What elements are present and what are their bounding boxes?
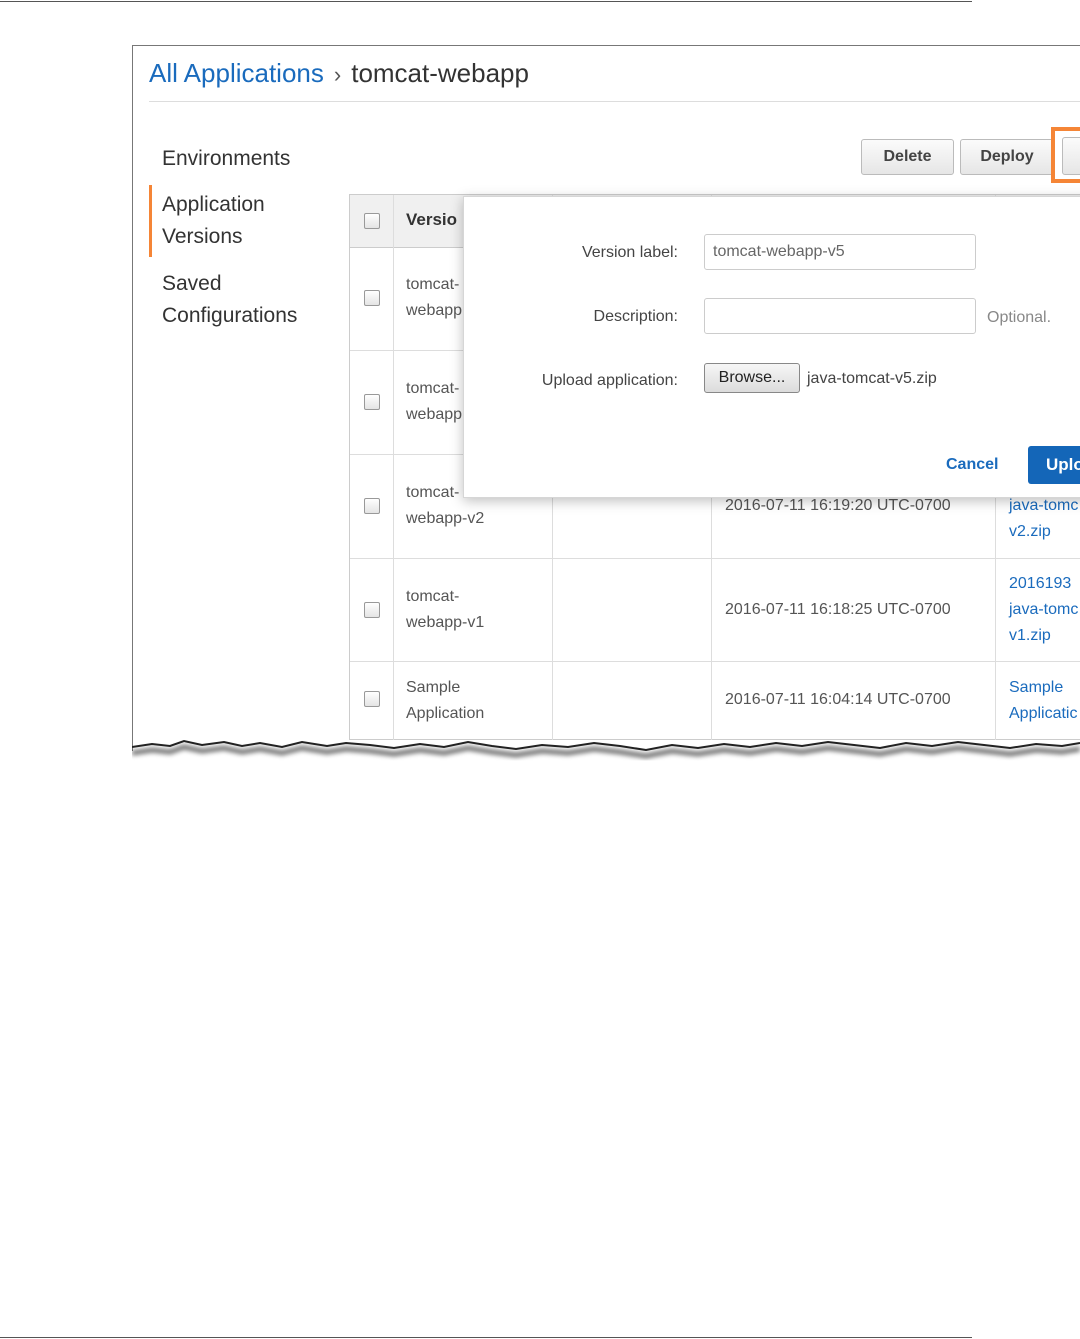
- application-name: tomcat-webapp: [351, 58, 529, 88]
- table-row-source-link[interactable]: Sample Applicatic: [1009, 675, 1077, 727]
- description-input[interactable]: [704, 298, 976, 334]
- breadcrumb: All Applications › tomcat-webapp: [149, 58, 529, 89]
- table-row-date: 2016-07-11 16:04:14 UTC-0700: [725, 691, 951, 708]
- nav-label-line: Application: [162, 193, 265, 216]
- top-rule: [0, 1, 972, 2]
- screenshot-frame: All Applications › tomcat-webapp Environme…: [132, 45, 1080, 751]
- column-header-version[interactable]: Versio: [406, 210, 457, 230]
- nav-saved-configurations[interactable]: Saved Configurations: [162, 268, 297, 332]
- version-label-input[interactable]: [704, 234, 976, 270]
- row-checkbox[interactable]: [364, 498, 380, 514]
- cell-text: webapp-v2: [406, 510, 485, 527]
- row-checkbox[interactable]: [364, 691, 380, 707]
- breadcrumb-divider: [149, 101, 1080, 102]
- table-row-source-link[interactable]: java-tomc v2.zip: [1009, 493, 1078, 545]
- nav-environments[interactable]: Environments: [162, 143, 290, 175]
- upload-application-caption: Upload application:: [541, 372, 678, 389]
- nav-active-indicator: [149, 185, 152, 257]
- description-caption: Description:: [593, 308, 678, 325]
- nav-label-line: Saved: [162, 272, 222, 295]
- row-divider: [350, 661, 1080, 662]
- upload-button[interactable]: Uplo: [1028, 446, 1080, 484]
- upload-version-dialog: Version label: Description: Optional. Up…: [463, 196, 1080, 498]
- cell-text: webapp-v1: [406, 614, 485, 631]
- nav-label-line: Configurations: [162, 304, 298, 327]
- column-divider: [393, 195, 394, 740]
- cell-text: webapp: [406, 406, 463, 423]
- cell-text: v1.zip: [1009, 627, 1051, 644]
- table-row-source-link[interactable]: 2016193 java-tomc v1.zip: [1009, 571, 1078, 649]
- row-divider: [350, 558, 1080, 559]
- cell-text: Sample: [406, 679, 461, 696]
- cell-text: v2.zip: [1009, 523, 1051, 540]
- nav-label-line: Versions: [162, 225, 243, 248]
- table-row-version: tomcat- webapp: [406, 376, 462, 428]
- table-row-version: Sample Application: [406, 675, 484, 727]
- cell-text: tomcat-: [406, 380, 460, 397]
- row-checkbox[interactable]: [364, 602, 380, 618]
- cell-text: Sample: [1009, 679, 1064, 696]
- all-applications-link[interactable]: All Applications: [149, 58, 324, 88]
- select-all-checkbox[interactable]: [364, 213, 380, 229]
- upload-deploy-highlight: [1051, 127, 1080, 183]
- cancel-button[interactable]: Cancel: [946, 456, 998, 474]
- table-row-version: tomcat- webapp: [406, 272, 462, 324]
- version-label-caption: Version label:: [581, 244, 678, 261]
- bottom-rule: [0, 1337, 972, 1338]
- row-checkbox[interactable]: [364, 290, 380, 306]
- cell-text: java-tomc: [1009, 601, 1079, 618]
- cell-text: Application: [406, 705, 485, 722]
- optional-hint: Optional.: [987, 309, 1052, 326]
- nav-application-versions[interactable]: Application Versions: [162, 189, 265, 253]
- upload-and-deploy-button[interactable]: [1062, 137, 1080, 175]
- delete-button[interactable]: Delete: [861, 139, 954, 175]
- table-row-date: 2016-07-11 16:18:25 UTC-0700: [725, 601, 951, 618]
- row-checkbox[interactable]: [364, 394, 380, 410]
- cell-text: webapp: [406, 302, 463, 319]
- browse-button[interactable]: Browse...: [704, 363, 800, 393]
- cell-text: Applicatic: [1009, 705, 1078, 722]
- torn-edge: [132, 739, 1080, 759]
- deploy-button[interactable]: Deploy: [960, 139, 1054, 175]
- selected-file-name: java-tomcat-v5.zip: [807, 370, 937, 387]
- cell-text: tomcat-: [406, 588, 460, 605]
- table-row-version: tomcat- webapp-v1: [406, 584, 484, 636]
- cell-text: tomcat-: [406, 276, 460, 293]
- chevron-right-icon: ›: [333, 62, 342, 87]
- cell-text: 2016193: [1009, 575, 1072, 592]
